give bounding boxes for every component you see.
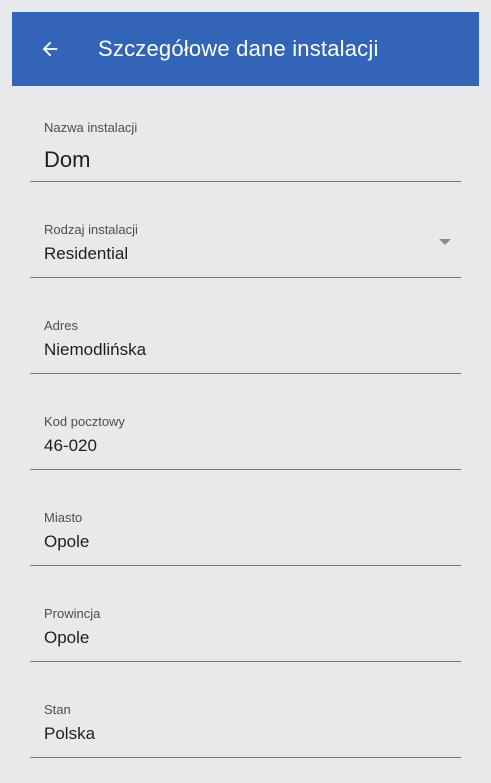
city-label: Miasto	[44, 510, 83, 525]
installation-name-label: Nazwa instalacji	[44, 120, 138, 135]
page-title: Szczegółowe dane instalacji	[98, 36, 379, 61]
postal-code-label: Kod pocztowy	[44, 414, 125, 429]
address-field[interactable]: Adres Niemodlińska	[30, 278, 461, 374]
installation-name-value: Dom	[44, 147, 91, 172]
postal-code-field[interactable]: Kod pocztowy 46-020	[30, 374, 461, 470]
installation-type-label: Rodzaj instalacji	[44, 222, 138, 237]
app-bar: Szczegółowe dane instalacji	[12, 12, 479, 86]
province-label: Prowincja	[44, 606, 101, 621]
installation-type-value: Residential	[44, 244, 129, 263]
address-label: Adres	[44, 318, 78, 333]
arrow-left-icon	[42, 41, 58, 57]
province-value: Opole	[44, 628, 90, 647]
dropdown-arrow-icon[interactable]	[439, 239, 451, 245]
state-label: Stan	[44, 702, 71, 717]
province-field[interactable]: Prowincja Opole	[30, 566, 461, 662]
back-button[interactable]	[34, 33, 66, 65]
installation-details-form: Nazwa instalacji Dom Rodzaj instalacji R…	[30, 86, 461, 758]
state-field[interactable]: Stan Polska	[30, 662, 461, 758]
city-value: Opole	[44, 532, 90, 551]
state-value: Polska	[44, 724, 96, 743]
postal-code-value: 46-020	[44, 436, 97, 455]
city-field[interactable]: Miasto Opole	[30, 470, 461, 566]
installation-type-select[interactable]: Rodzaj instalacji Residential	[30, 182, 461, 278]
installation-name-field[interactable]: Nazwa instalacji Dom	[30, 86, 461, 182]
address-value: Niemodlińska	[44, 340, 147, 359]
